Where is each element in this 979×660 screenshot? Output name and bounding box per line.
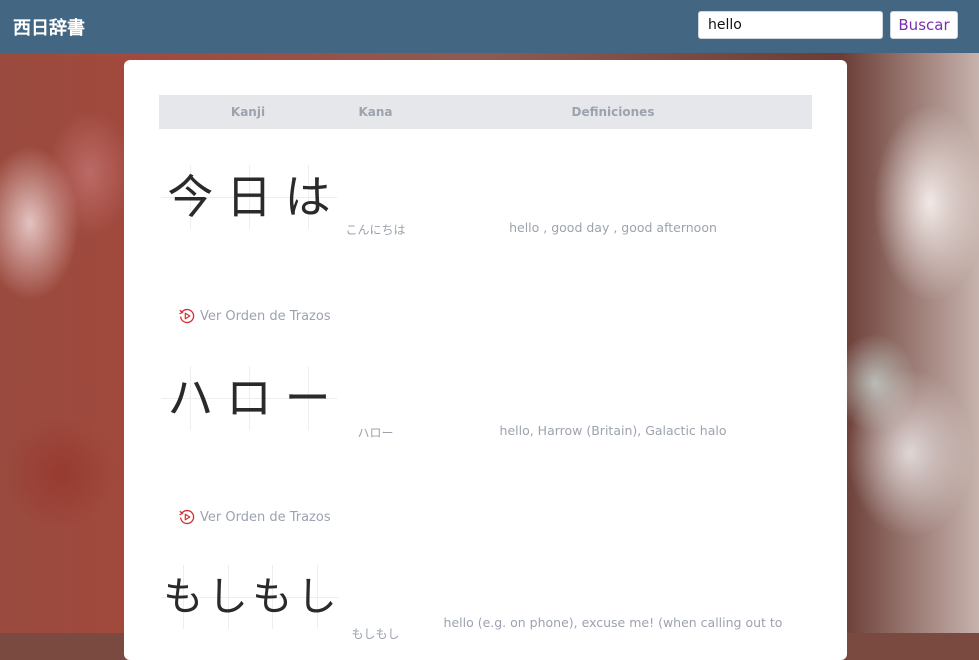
stroke-order-label: Ver Orden de Trazos: [200, 308, 331, 324]
kanji-char: は: [278, 165, 337, 229]
brand-logo[interactable]: 西日辞書: [13, 14, 85, 40]
column-header-kana: Kana: [358, 105, 393, 119]
kana-reading: ハロー: [357, 426, 394, 440]
table-header: Kanji Kana Definiciones: [159, 95, 812, 129]
kanji-char: も: [161, 565, 206, 629]
definition-text: hello , good day , good afternoon: [509, 220, 717, 235]
kanji-char: ハ: [161, 366, 220, 430]
search-button[interactable]: Buscar: [890, 11, 958, 39]
top-navbar: 西日辞書 Buscar: [0, 0, 979, 53]
kanji-stroke-diagram: も し も し: [161, 565, 339, 629]
column-header-kanji: Kanji: [230, 105, 266, 119]
definition-text: hello, Harrow (Britain), Galactic halo: [499, 423, 727, 438]
kanji-char: も: [250, 565, 295, 629]
kanji-char: 日: [219, 165, 279, 229]
kanji-stroke-diagram: ハ ロ ー: [161, 366, 337, 430]
search-input[interactable]: [698, 11, 883, 39]
kanji-char: し: [205, 565, 251, 629]
definition-text: hello (e.g. on phone), excuse me! (when …: [443, 615, 783, 630]
stroke-order-label: Ver Orden de Trazos: [200, 509, 331, 525]
kana-reading: こんにちは: [345, 223, 406, 237]
results-card: Kanji Kana Definiciones 今 日 は こんにちは hell…: [124, 60, 847, 660]
kana-reading: もしもし: [351, 627, 400, 641]
kanji-char: ー: [278, 366, 337, 430]
replay-icon: [179, 509, 195, 525]
kanji-char: 今: [161, 165, 220, 229]
stroke-order-link[interactable]: Ver Orden de Trazos: [178, 307, 331, 325]
stroke-order-link[interactable]: Ver Orden de Trazos: [178, 508, 331, 526]
column-header-definitions: Definiciones: [571, 105, 655, 119]
kanji-stroke-diagram: 今 日 は: [161, 165, 337, 229]
kanji-char: ロ: [219, 366, 279, 430]
kanji-char: し: [294, 565, 340, 629]
replay-icon: [179, 308, 195, 324]
